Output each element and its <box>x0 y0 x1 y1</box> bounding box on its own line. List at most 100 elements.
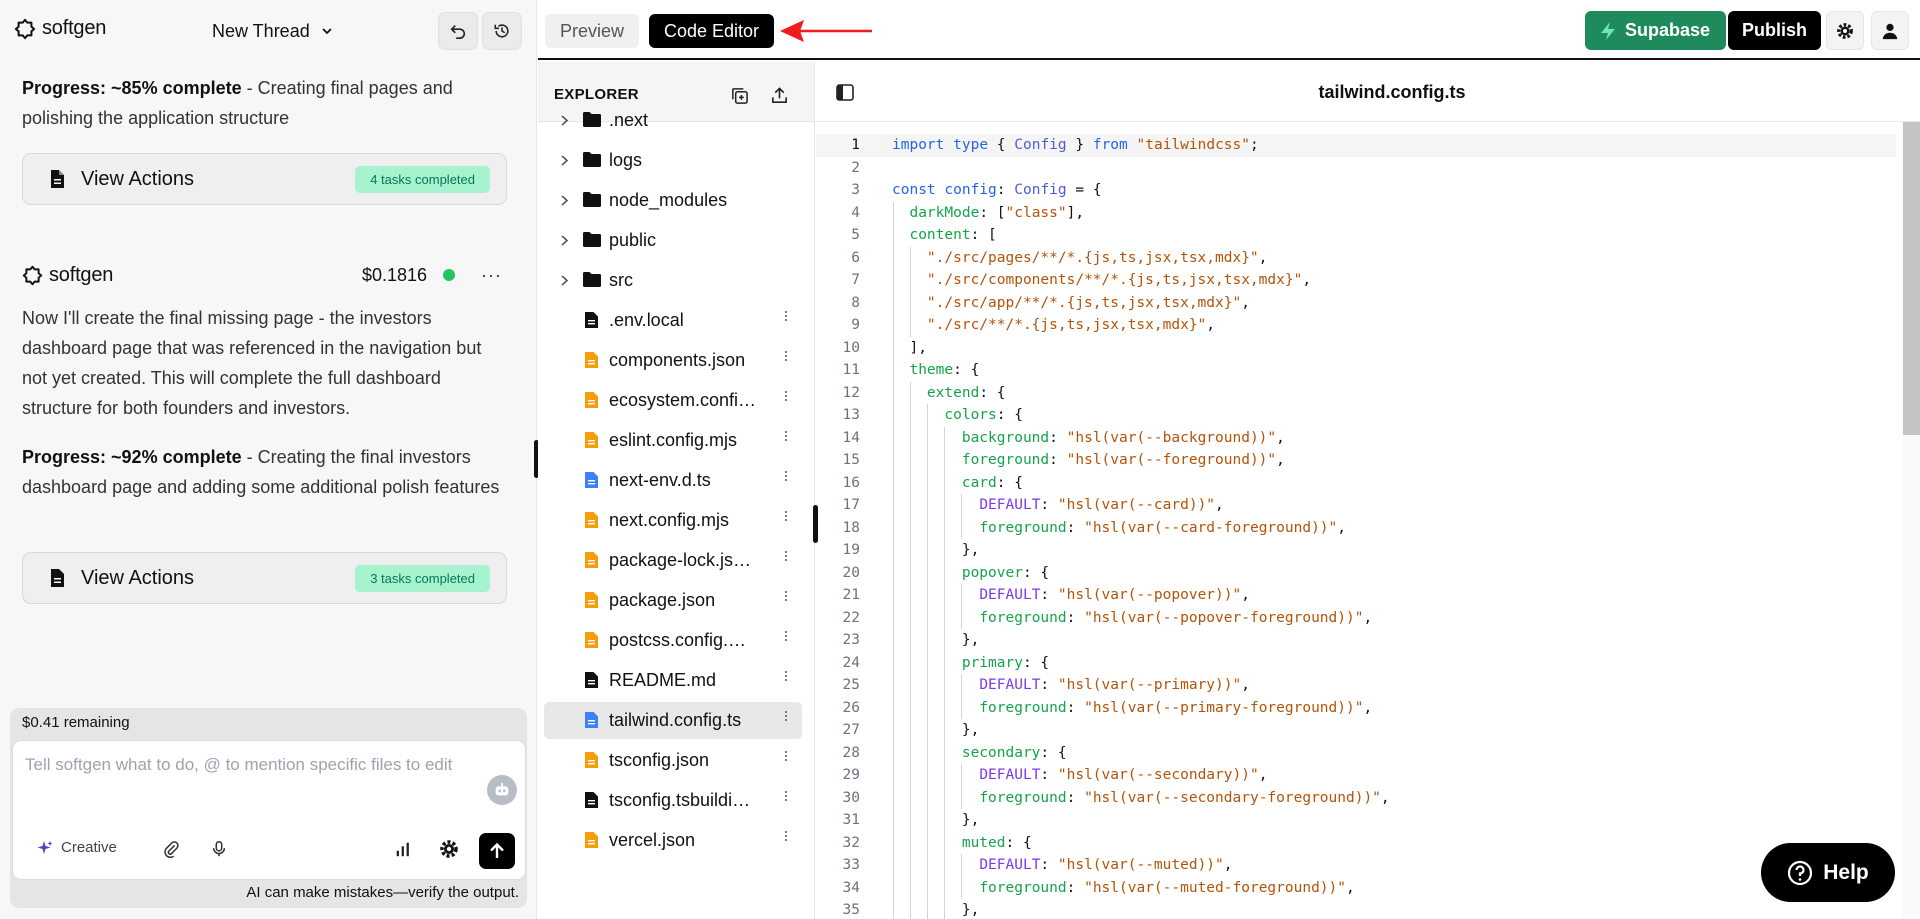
item-menu-button[interactable] <box>784 431 788 441</box>
line-number: 7 <box>851 272 860 288</box>
item-menu-button[interactable] <box>784 471 788 481</box>
file-icon <box>585 432 598 448</box>
brand-logo[interactable]: softgen <box>14 17 106 40</box>
tree-file[interactable]: next-env.d.ts <box>544 462 802 499</box>
tree-folder[interactable]: public <box>544 222 802 259</box>
tree-file[interactable]: eslint.config.mjs <box>544 422 802 459</box>
tab-code-editor[interactable]: Code Editor <box>649 14 775 48</box>
item-menu-button[interactable] <box>784 751 788 761</box>
explorer-scrollbar[interactable] <box>813 505 818 543</box>
item-menu-button[interactable] <box>784 791 788 801</box>
item-menu-button[interactable] <box>784 831 788 841</box>
progress-label: Progress: ~85% complete <box>22 78 242 98</box>
code-line: 1 import type { Config } from "tailwindcs… <box>816 134 1896 157</box>
folder-icon <box>583 272 601 287</box>
tree-file[interactable]: tsconfig.tsbuildi… <box>544 782 802 819</box>
tree-folder[interactable]: node_modules <box>544 182 802 219</box>
tree-item-label: postcss.config.… <box>609 630 747 650</box>
view-actions-card[interactable]: View Actions 3 tasks completed <box>22 552 507 604</box>
line-code: popover: { <box>892 562 1049 585</box>
tree-file[interactable]: ecosystem.confi… <box>544 382 802 419</box>
tree-file[interactable]: package.json <box>544 582 802 619</box>
line-number: 23 <box>842 632 860 648</box>
line-code: "./src/app/**/*.{js,ts,jsx,tsx,mdx}", <box>892 292 1250 315</box>
tree-folder[interactable]: .next <box>544 102 802 139</box>
indent-guide <box>961 494 962 539</box>
more-options-button[interactable]: ··· <box>481 265 502 286</box>
line-code: DEFAULT: "hsl(var(--popover))", <box>892 584 1250 607</box>
item-menu-button[interactable] <box>784 631 788 641</box>
prompt-input[interactable] <box>25 755 505 795</box>
project-settings-button[interactable] <box>1826 11 1864 50</box>
line-number: 11 <box>842 362 860 378</box>
tree-file[interactable]: package-lock.js… <box>544 542 802 579</box>
tree-folder[interactable]: logs <box>544 142 802 179</box>
line-number: 27 <box>842 722 860 738</box>
settings-button[interactable] <box>437 837 461 861</box>
line-code: }, <box>892 899 979 919</box>
publish-button[interactable]: Publish <box>1728 11 1822 50</box>
code-token: , <box>1346 879 1355 896</box>
item-menu-button[interactable] <box>784 351 788 361</box>
tree-item-label: components.json <box>609 350 746 370</box>
line-number: 15 <box>842 452 860 468</box>
code-line: 8 "./src/app/**/*.{js,ts,jsx,tsx,mdx}", <box>816 292 1896 315</box>
code-token: card <box>961 474 997 491</box>
assistant-button[interactable] <box>487 775 517 805</box>
view-actions-card[interactable]: View Actions 4 tasks completed <box>22 153 507 205</box>
line-code: foreground: "hsl(var(--popover-foregroun… <box>892 607 1372 630</box>
tree-file[interactable]: .env.local <box>544 302 802 339</box>
item-menu-button[interactable] <box>784 391 788 401</box>
account-button[interactable] <box>1871 11 1909 50</box>
item-menu-button[interactable] <box>784 671 788 681</box>
usage-button[interactable] <box>391 837 415 861</box>
tree-file[interactable]: README.md <box>544 662 802 699</box>
code-scrollbar-thumb[interactable] <box>1903 122 1920 435</box>
voice-button[interactable] <box>207 837 231 861</box>
tab-preview[interactable]: Preview <box>545 14 640 48</box>
tree-file[interactable]: tailwind.config.ts <box>544 702 802 739</box>
tree-file[interactable]: vercel.json <box>544 822 802 859</box>
tree-file[interactable]: postcss.config.… <box>544 622 802 659</box>
code-token: , <box>1276 452 1285 468</box>
softgen-logo-icon <box>14 18 36 39</box>
item-menu-button[interactable] <box>784 591 788 601</box>
line-number: 21 <box>842 587 860 603</box>
mode-selector[interactable]: Creative <box>37 839 117 856</box>
item-menu-button[interactable] <box>784 311 788 321</box>
item-menu-button[interactable] <box>784 511 788 521</box>
code-token: : <box>1066 789 1085 806</box>
line-number: 28 <box>842 744 860 761</box>
tree-file[interactable]: next.config.mjs <box>544 502 802 539</box>
help-button[interactable]: Help <box>1761 843 1895 902</box>
file-icon <box>585 832 598 848</box>
indent-guide <box>961 584 962 629</box>
help-label: Help <box>1823 860 1869 884</box>
attach-button[interactable] <box>159 837 183 861</box>
thread-selector-button[interactable]: New Thread <box>196 14 350 48</box>
send-button[interactable] <box>479 833 515 869</box>
history-button[interactable] <box>482 12 522 50</box>
tree-file[interactable]: components.json <box>544 342 802 379</box>
code-token: "hsl(var(--muted))" <box>1057 857 1224 873</box>
tree-folder[interactable]: src <box>544 262 802 299</box>
undo-button[interactable] <box>438 12 478 50</box>
code-token: const <box>892 182 936 198</box>
code-token: DEFAULT <box>979 587 1041 603</box>
indent-guide <box>961 674 962 719</box>
line-code: }, <box>892 719 979 742</box>
tree-item-label: tsconfig.tsbuildi… <box>609 790 751 810</box>
file-icon <box>51 170 64 188</box>
code-token: : <box>1049 429 1067 446</box>
tree-item-label: README.md <box>609 670 717 690</box>
supabase-button[interactable]: Supabase <box>1585 11 1727 50</box>
tree-file[interactable]: tsconfig.json <box>544 742 802 779</box>
chat-header: softgen New Thread <box>0 0 537 60</box>
line-code: ], <box>892 337 926 360</box>
chat-panel: softgen New Thread Progress: ~85% comple… <box>0 0 539 919</box>
item-menu-button[interactable] <box>784 551 788 561</box>
item-menu-button[interactable] <box>784 711 788 721</box>
